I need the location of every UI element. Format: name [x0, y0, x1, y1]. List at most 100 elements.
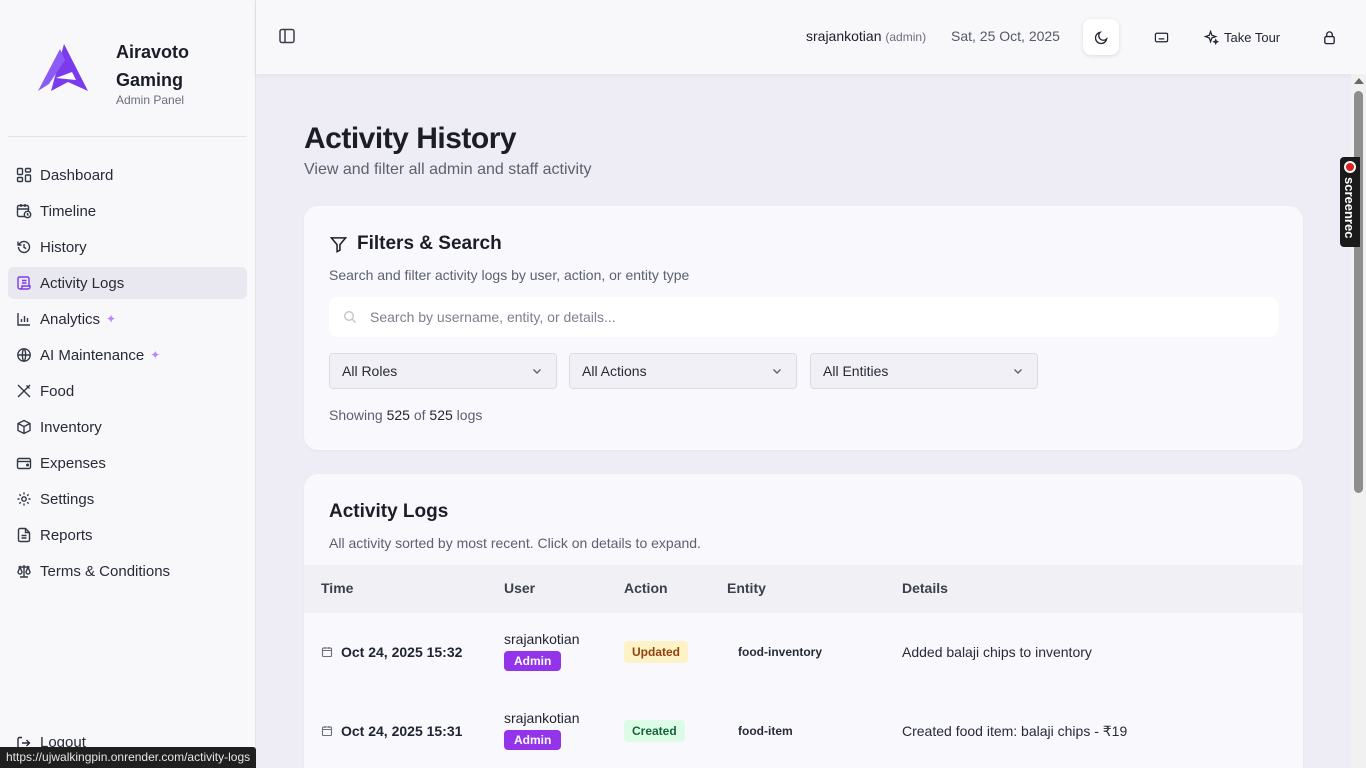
bar-chart-icon [16, 311, 32, 327]
filters-title-text: Filters & Search [357, 233, 502, 254]
scale-icon [16, 563, 32, 579]
screenrec-widget[interactable]: screenrec [1340, 157, 1360, 247]
sidebar-item-dashboard[interactable]: Dashboard [8, 159, 247, 191]
scroll-up-arrow-icon[interactable] [1354, 78, 1364, 84]
page-title: Activity History [304, 122, 517, 155]
lock-button[interactable] [1312, 19, 1346, 55]
record-icon [1344, 161, 1356, 173]
logs-subtitle: All activity sorted by most recent. Clic… [329, 535, 701, 551]
current-date: Sat, 25 Oct, 2025 [951, 28, 1060, 44]
divider [8, 136, 247, 137]
sidebar-item-label: Activity Logs [40, 274, 125, 292]
user-role: (admin) [885, 30, 927, 44]
count-prefix: Showing [329, 407, 383, 423]
filters-title: Filters & Search [329, 233, 502, 255]
sidebar-item-label: Dashboard [40, 166, 114, 184]
take-tour-button[interactable]: Take Tour [1196, 19, 1288, 55]
sidebar-item-activity-logs[interactable]: Activity Logs [8, 267, 247, 299]
log-username: srajankotian [504, 710, 580, 726]
column-header-entity[interactable]: Entity [727, 580, 766, 596]
action-badge: Updated [624, 641, 688, 663]
utensils-icon [16, 383, 32, 399]
chevron-down-icon [773, 369, 781, 374]
filter-icon [329, 236, 348, 253]
table-row[interactable]: Oct 24, 2025 15:31 srajankotian Admin Cr… [304, 692, 1303, 768]
log-time-text: Oct 24, 2025 15:32 [341, 644, 463, 660]
sidebar-item-settings[interactable]: Settings [8, 483, 247, 515]
scroll-icon [16, 275, 32, 291]
role-filter-select[interactable]: All Roles [329, 353, 557, 389]
sidebar-item-label: Expenses [40, 454, 106, 472]
log-action: Updated [624, 641, 688, 663]
sparkle-icon: ✦ [150, 348, 161, 362]
entity-badge: food-inventory [738, 645, 822, 659]
log-details[interactable]: Added balaji chips to inventory [902, 644, 1092, 660]
entity-filter-select[interactable]: All Entities [810, 353, 1038, 389]
sidebar-item-expenses[interactable]: Expenses [8, 447, 247, 479]
sidebar-item-analytics[interactable]: Analytics ✦ [8, 303, 247, 335]
sparkle-icon: ✦ [106, 312, 117, 326]
theme-toggle-button[interactable] [1083, 19, 1119, 55]
log-username: srajankotian [504, 631, 580, 647]
log-time: Oct 24, 2025 15:31 [321, 723, 462, 739]
search-icon [343, 310, 356, 323]
search-input[interactable] [370, 309, 1250, 325]
sidebar-item-label: Terms & Conditions [40, 562, 171, 580]
column-header-user[interactable]: User [504, 580, 535, 596]
file-text-icon [16, 527, 32, 543]
column-header-action[interactable]: Action [624, 580, 668, 596]
sidebar-toggle-button[interactable] [278, 27, 296, 45]
role-badge: Admin [504, 651, 562, 671]
logs-title: Activity Logs [329, 501, 449, 522]
moon-icon [1094, 30, 1108, 44]
sidebar-nav: Dashboard Timeline History Activity Logs… [8, 159, 247, 591]
scrollbar-thumb[interactable] [1354, 91, 1363, 493]
entity-badge: food-item [738, 724, 793, 738]
column-header-time[interactable]: Time [321, 580, 353, 596]
gear-icon [16, 491, 32, 507]
browser-status-url: https://ujwalkingpin.onrender.com/activi… [0, 747, 257, 768]
sidebar-item-label: Reports [40, 526, 93, 544]
package-icon [16, 419, 32, 435]
sidebar-item-inventory[interactable]: Inventory [8, 411, 247, 443]
sidebar-item-label: History [40, 238, 87, 256]
brand-logo-icon [38, 44, 88, 91]
sidebar-item-label: AI Maintenance [40, 346, 145, 364]
chevron-down-icon [533, 369, 541, 374]
wallet-icon [16, 455, 32, 471]
brand-name: Airavoto Gaming [116, 42, 190, 90]
count-shown: 525 [386, 407, 410, 423]
action-filter-value: All Actions [582, 363, 647, 379]
sparkles-icon [1204, 29, 1219, 45]
keyboard-shortcuts-button[interactable] [1143, 19, 1179, 55]
current-user: srajankotian (admin) [806, 28, 926, 44]
username: srajankotian [806, 28, 882, 44]
sidebar-item-history[interactable]: History [8, 231, 247, 263]
lock-icon [1323, 30, 1335, 44]
page-subtitle: View and filter all admin and staff acti… [304, 161, 592, 178]
sidebar-item-terms[interactable]: Terms & Conditions [8, 555, 247, 587]
screenrec-label: screenrec [1342, 177, 1357, 239]
dashboard-icon [16, 167, 32, 183]
action-badge: Created [624, 720, 685, 742]
table-row[interactable]: Oct 24, 2025 15:32 srajankotian Admin Up… [304, 613, 1303, 692]
sidebar-item-timeline[interactable]: Timeline [8, 195, 247, 227]
role-badge: Admin [504, 730, 562, 750]
log-action: Created [624, 720, 685, 742]
log-user: srajankotian Admin [504, 710, 580, 750]
sidebar-item-reports[interactable]: Reports [8, 519, 247, 551]
sidebar: Airavoto Gaming Admin Panel Dashboard Ti… [0, 0, 256, 768]
sidebar-item-ai-maintenance[interactable]: AI Maintenance ✦ [8, 339, 247, 371]
sidebar-item-label: Analytics [40, 310, 101, 328]
sidebar-item-label: Settings [40, 490, 95, 508]
globe-icon [16, 347, 32, 363]
filters-card: Filters & Search Search and filter activ… [304, 206, 1303, 450]
chevron-down-icon [1014, 369, 1022, 374]
column-header-details[interactable]: Details [902, 580, 948, 596]
count-suffix: logs [456, 407, 483, 423]
brand[interactable]: Airavoto Gaming Admin Panel [0, 0, 256, 137]
topbar: srajankotian (admin) Sat, 25 Oct, 2025 T… [256, 0, 1366, 74]
action-filter-select[interactable]: All Actions [569, 353, 797, 389]
sidebar-item-food[interactable]: Food [8, 375, 247, 407]
log-details[interactable]: Created food item: balaji chips - ₹19 [902, 723, 1127, 740]
